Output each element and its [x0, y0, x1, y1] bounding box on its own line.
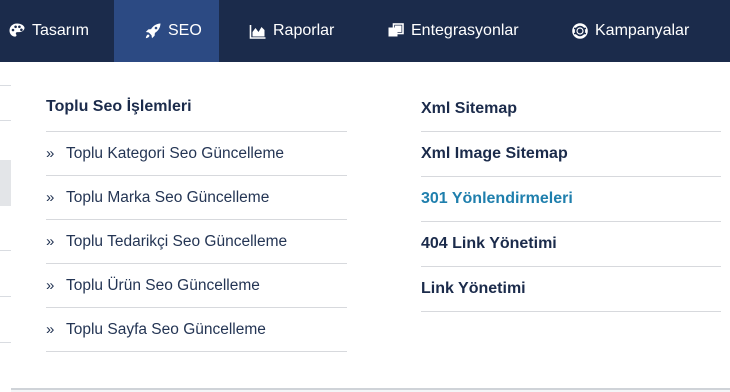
underlying-divider: [0, 296, 11, 297]
nav-label: Tasarım: [32, 22, 89, 39]
clone-icon: [387, 22, 405, 40]
double-chevron-right-icon: »: [46, 145, 55, 162]
nav-label: Kampanyalar: [595, 22, 690, 39]
underlying-divider: [0, 85, 11, 86]
underlying-divider: [0, 120, 11, 121]
menu-item-label: Toplu Marka Seo Güncelleme: [66, 188, 270, 206]
menu-item-xml-image-sitemap[interactable]: Xml Image Sitemap: [421, 132, 721, 177]
underlying-row-shade: [0, 160, 11, 206]
nav-item-kampanyalar[interactable]: Kampanyalar: [541, 0, 730, 62]
nav-item-raporlar[interactable]: Raporlar: [219, 0, 357, 62]
nav-label: Entegrasyonlar: [411, 22, 519, 39]
nav-item-seo[interactable]: SEO: [114, 0, 219, 62]
menu-item-bulk-category-seo[interactable]: » Toplu Kategori Seo Güncelleme: [46, 132, 347, 176]
menu-item-label: Toplu Ürün Seo Güncelleme: [66, 276, 260, 294]
menu-item-xml-sitemap[interactable]: Xml Sitemap: [421, 92, 721, 132]
bulk-seo-column: Toplu Seo İşlemleri » Toplu Kategori Seo…: [46, 92, 347, 352]
seo-tools-column: Xml Sitemap Xml Image Sitemap 301 Yönlen…: [421, 92, 721, 312]
double-chevron-right-icon: »: [46, 321, 55, 338]
top-navigation: Tasarım SEO Raporlar Entegrasyonlar Kamp…: [0, 0, 730, 62]
menu-item-bulk-supplier-seo[interactable]: » Toplu Tedarikçi Seo Güncelleme: [46, 220, 347, 264]
menu-item-bulk-page-seo[interactable]: » Toplu Sayfa Seo Güncelleme: [46, 308, 347, 352]
nav-label: Raporlar: [273, 22, 335, 39]
rocket-icon: [144, 22, 162, 40]
nav-label: SEO: [168, 22, 202, 39]
palette-icon: [8, 22, 26, 40]
menu-item-label: Toplu Tedarikçi Seo Güncelleme: [66, 232, 288, 250]
area-chart-icon: [249, 22, 267, 40]
menu-item-bulk-brand-seo[interactable]: » Toplu Marka Seo Güncelleme: [46, 176, 347, 220]
underlying-divider: [0, 342, 11, 343]
seo-dropdown-menu: Toplu Seo İşlemleri » Toplu Kategori Seo…: [11, 62, 730, 390]
life-ring-icon: [571, 22, 589, 40]
double-chevron-right-icon: »: [46, 277, 55, 294]
underlying-divider: [0, 250, 11, 251]
menu-item-link-management[interactable]: Link Yönetimi: [421, 267, 721, 312]
double-chevron-right-icon: »: [46, 189, 55, 206]
menu-item-label: Toplu Sayfa Seo Güncelleme: [66, 320, 266, 338]
menu-item-404-link-management[interactable]: 404 Link Yönetimi: [421, 222, 721, 267]
menu-item-bulk-product-seo[interactable]: » Toplu Ürün Seo Güncelleme: [46, 264, 347, 308]
menu-item-label: Toplu Kategori Seo Güncelleme: [66, 144, 284, 162]
nav-item-entegrasyonlar[interactable]: Entegrasyonlar: [357, 0, 541, 62]
nav-item-tasarim[interactable]: Tasarım: [0, 0, 114, 62]
section-title: Toplu Seo İşlemleri: [46, 92, 347, 132]
menu-item-301-redirects[interactable]: 301 Yönlendirmeleri: [421, 177, 721, 222]
double-chevron-right-icon: »: [46, 233, 55, 250]
